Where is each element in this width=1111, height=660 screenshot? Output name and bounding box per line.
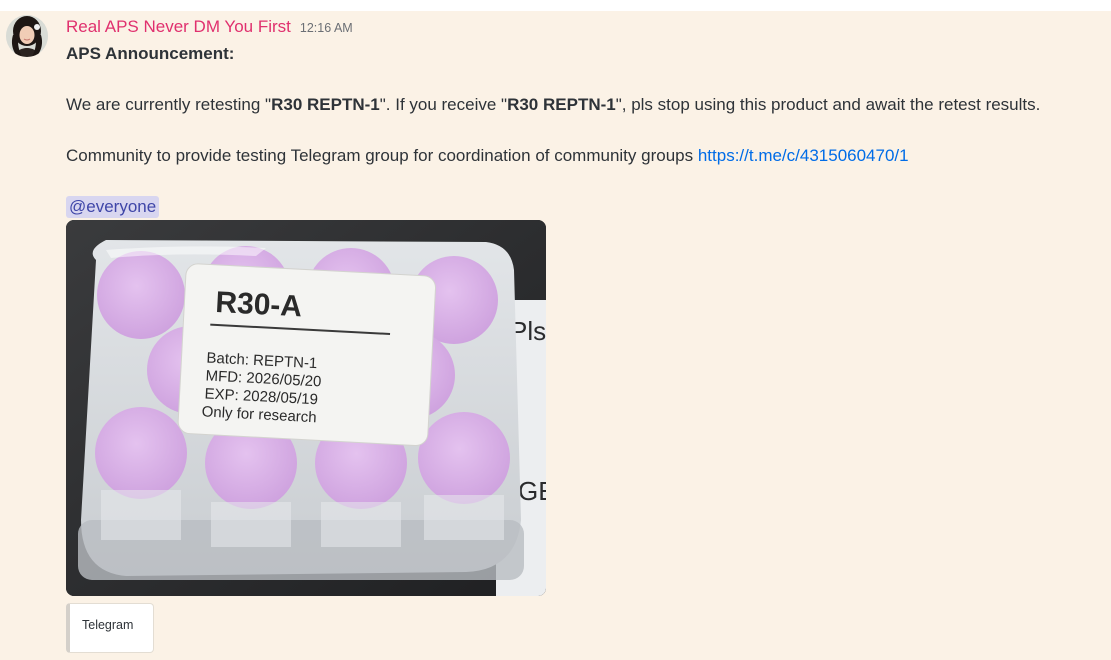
line1-text-a: We are currently retesting " [66,95,272,114]
embed-provider[interactable]: Telegram [82,618,133,632]
product-name-bold-2: R30 REPTN-1 [507,95,616,114]
message-content: APS Announcement: We are currently retes… [66,43,1096,218]
announcement-line-1: We are currently retesting "R30 REPTN-1"… [66,94,1096,116]
product-name-bold-1: R30 REPTN-1 [271,95,380,114]
author-name[interactable]: Real APS Never DM You First [66,17,291,37]
message-timestamp[interactable]: 12:16 AM [300,21,353,35]
vial-label: R30-A Batch: REPTN-1 MFD: 2026/05/20 EXP… [177,263,437,447]
vial-box-photo: Pls GE [66,220,546,596]
message-header: Real APS Never DM You First 12:16 AM [66,17,353,39]
chat-message: Real APS Never DM You First 12:16 AM APS… [0,11,1111,660]
image-attachment[interactable]: Pls GE [66,220,546,596]
telegram-link[interactable]: https://t.me/c/4315060470/1 [698,146,909,165]
mention-line: @everyone [66,196,1096,218]
line1-text-c: ", pls stop using this product and await… [615,95,1041,114]
line1-text-b: ". If you receive " [379,95,508,114]
avatar[interactable] [6,15,48,57]
announcement-line-2: Community to provide testing Telegram gr… [66,145,1096,167]
everyone-mention[interactable]: @everyone [66,196,160,218]
link-embed[interactable]: Telegram [66,603,154,653]
label-title: R30-A [215,286,303,323]
carton-text-bottom: GE [518,476,546,506]
top-divider-strip [0,0,1111,11]
announcement-heading: APS Announcement: [66,44,235,63]
line2-text: Community to provide testing Telegram gr… [66,146,698,165]
avatar-image [6,15,48,57]
